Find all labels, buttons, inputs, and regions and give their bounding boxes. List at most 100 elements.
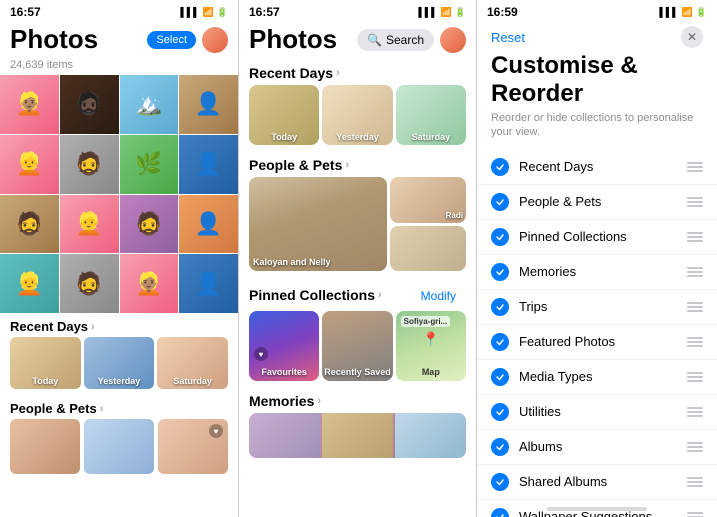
check-icon: [491, 403, 509, 421]
customise-header: Reset ✕: [477, 22, 717, 50]
photo-cell[interactable]: 🧔: [60, 135, 119, 194]
pinned-map[interactable]: 📍 Sofiya-gri... Map: [396, 311, 466, 381]
search-icon: 🔍: [367, 33, 382, 47]
list-item-featured[interactable]: Featured Photos: [477, 325, 717, 360]
battery-icon: 🔋: [217, 7, 228, 18]
list-item-people-pets[interactable]: People & Pets: [477, 185, 717, 220]
person-thumb-3[interactable]: ♥: [158, 419, 228, 474]
check-icon: [491, 508, 509, 517]
list-item-pinned[interactable]: Pinned Collections: [477, 220, 717, 255]
people-radi-thumb[interactable]: Radi: [390, 177, 466, 223]
memory-seg-2: [322, 413, 393, 458]
list-item-media-types[interactable]: Media Types: [477, 360, 717, 395]
location-icon: 📍: [422, 331, 439, 348]
battery-icon: 🔋: [455, 7, 466, 18]
people-radi-label: Radi: [446, 211, 463, 220]
photo-cell[interactable]: 👤: [179, 254, 238, 313]
photo-cell[interactable]: 🏔️: [120, 75, 179, 134]
day-thumb-saturday-2[interactable]: Saturday: [396, 85, 466, 145]
pinned-collections-title[interactable]: Pinned Collections ›: [249, 287, 382, 303]
photo-cell[interactable]: 👤: [179, 195, 238, 254]
list-item-utilities[interactable]: Utilities: [477, 395, 717, 430]
list-item-shared-albums[interactable]: Shared Albums: [477, 465, 717, 500]
photo-cell[interactable]: 🧔: [120, 195, 179, 254]
item-label: Pinned Collections: [519, 229, 687, 244]
day-thumb-today-2[interactable]: Today: [249, 85, 319, 145]
drag-handle[interactable]: [687, 337, 703, 347]
wifi-icon: 📶: [441, 7, 452, 18]
drag-line: [687, 170, 703, 172]
photo-cell[interactable]: 👱: [0, 135, 59, 194]
photo-cell[interactable]: 👱🏽: [120, 254, 179, 313]
list-item-trips[interactable]: Trips: [477, 290, 717, 325]
people-pets-label: People & Pets: [10, 401, 97, 416]
day-thumb-today[interactable]: Today: [10, 337, 81, 389]
search-button[interactable]: 🔍 Search: [357, 29, 434, 51]
recent-days-header[interactable]: Recent Days ›: [0, 313, 238, 337]
memories-title[interactable]: Memories ›: [249, 393, 321, 409]
drag-handle[interactable]: [687, 477, 703, 487]
photo-cell[interactable]: 👱🏽: [0, 75, 59, 134]
people-side: Radi: [390, 177, 466, 271]
pin-map-label: Map: [396, 367, 466, 377]
recent-days-title[interactable]: Recent Days ›: [249, 65, 340, 81]
pin-rec-label: Recently Saved: [322, 367, 392, 377]
status-icons-1: ▌▌▌ 📶 🔋: [180, 7, 228, 18]
check-icon: [491, 333, 509, 351]
drag-handle[interactable]: [687, 512, 703, 517]
day-label-saturday: Saturday: [157, 376, 228, 386]
photo-cell[interactable]: 🌿: [120, 135, 179, 194]
check-icon: [491, 473, 509, 491]
select-button[interactable]: Select: [147, 31, 196, 49]
day-label-yesterday-2: Yesterday: [322, 132, 392, 142]
heart-badge: ♥: [209, 424, 223, 438]
drag-handle[interactable]: [687, 197, 703, 207]
reset-button[interactable]: Reset: [491, 30, 525, 45]
photo-cell[interactable]: 👤: [179, 135, 238, 194]
item-count: 24,639 items: [0, 59, 238, 75]
drag-handle[interactable]: [687, 162, 703, 172]
photo-cell[interactable]: 👱: [60, 195, 119, 254]
person-thumb-2[interactable]: [84, 419, 154, 474]
pinned-collections-section: Pinned Collections › Modify: [239, 277, 476, 311]
photo-cell[interactable]: 🧔: [60, 254, 119, 313]
drag-handle[interactable]: [687, 372, 703, 382]
modify-button[interactable]: Modify: [411, 283, 466, 307]
drag-handle[interactable]: [687, 267, 703, 277]
people-pets-section-2: People & Pets ›: [239, 151, 476, 177]
drag-handle[interactable]: [687, 442, 703, 452]
pinned-favourites[interactable]: ♥ Favourites: [249, 311, 319, 381]
person-thumb-1[interactable]: [10, 419, 80, 474]
avatar-2[interactable]: [440, 27, 466, 53]
recent-days-row-2: Today Yesterday Saturday: [239, 85, 476, 151]
drag-handle[interactable]: [687, 302, 703, 312]
photo-cell[interactable]: 🧔🏿: [60, 75, 119, 134]
heart-icon: ♥: [254, 347, 268, 361]
people-pets-title-2[interactable]: People & Pets ›: [249, 157, 349, 173]
photo-cell[interactable]: 🧔: [0, 195, 59, 254]
photo-cell[interactable]: 👤: [179, 75, 238, 134]
close-button[interactable]: ✕: [681, 26, 703, 48]
screen2-title: Photos: [249, 24, 337, 55]
people-main-thumb[interactable]: Kaloyan and Nelly: [249, 177, 387, 271]
people-extra-thumb[interactable]: [390, 226, 466, 272]
drag-line: [687, 166, 703, 168]
avatar[interactable]: [202, 27, 228, 53]
list-item-albums[interactable]: Albums: [477, 430, 717, 465]
item-label: Featured Photos: [519, 334, 687, 349]
photo-cell[interactable]: 👱: [0, 254, 59, 313]
day-label-2: Today: [249, 132, 319, 142]
memories-thumb[interactable]: [249, 413, 466, 458]
day-thumb-saturday[interactable]: Saturday: [157, 337, 228, 389]
wifi-icon: 📶: [203, 7, 214, 18]
drag-handle[interactable]: [687, 407, 703, 417]
pinned-recently-saved[interactable]: Recently Saved: [322, 311, 392, 381]
list-item-recent-days[interactable]: Recent Days: [477, 150, 717, 185]
drag-handle[interactable]: [687, 232, 703, 242]
day-thumb-yesterday[interactable]: Yesterday: [84, 337, 155, 389]
list-item-memories[interactable]: Memories: [477, 255, 717, 290]
day-thumb-yesterday-2[interactable]: Yesterday: [322, 85, 392, 145]
recent-days-label: Recent Days: [10, 319, 88, 334]
customise-title: Customise &Reorder: [477, 50, 717, 111]
people-pets-header[interactable]: People & Pets ›: [0, 395, 238, 419]
